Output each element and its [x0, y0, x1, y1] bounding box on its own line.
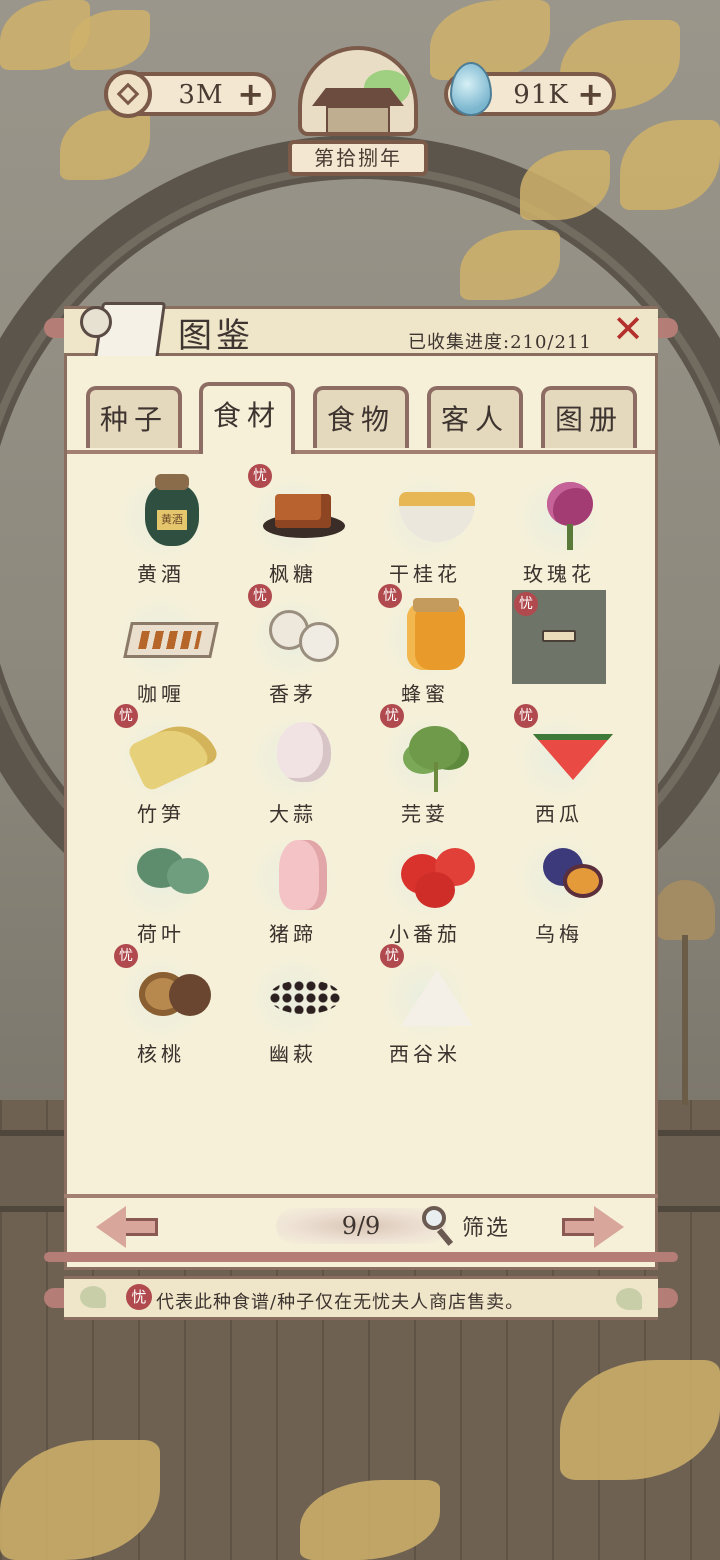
garlic-icon: [247, 712, 339, 804]
slot-icon: [542, 630, 576, 642]
item-name: 咖喱: [137, 682, 185, 706]
item-name: 黄酒: [137, 562, 185, 586]
arrow-shaft: [122, 1218, 158, 1236]
arrow-shaft: [562, 1218, 598, 1236]
item-name: 干桂花: [389, 562, 461, 586]
item-name: 核桃: [137, 1042, 185, 1066]
footer-divider: [64, 1194, 658, 1198]
shop-exclusive-badge: 忧: [378, 584, 402, 608]
roof-icon: [312, 88, 404, 106]
item-sago[interactable]: 忧 西谷米: [360, 944, 490, 1072]
filter-button[interactable]: 筛选: [418, 1206, 518, 1246]
item-name: 竹笋: [137, 802, 185, 826]
shop-exclusive-badge: 忧: [514, 592, 538, 616]
shop-exclusive-badge: 忧: [126, 1284, 152, 1310]
tab-seeds[interactable]: 种子: [86, 386, 182, 448]
item-name: 大蒜: [269, 802, 317, 826]
cherry-tomato-icon: [379, 832, 475, 924]
ginkgo-leaf-icon: [616, 1288, 642, 1310]
scroll-rod-bottom: [44, 1252, 678, 1262]
rose-icon: [513, 472, 605, 564]
item-garlic[interactable]: 大蒜: [228, 712, 358, 832]
arrow-left-icon: [96, 1206, 126, 1248]
shop-exclusive-badge: 忧: [114, 944, 138, 968]
scroll-icon: [76, 296, 167, 360]
shop-exclusive-badge: 忧: [248, 464, 272, 488]
item-name: 玫瑰花: [523, 562, 595, 586]
spirit-value: 91K: [513, 80, 569, 110]
shop-exclusive-badge: 忧: [114, 704, 138, 728]
shop-exclusive-badge: 忧: [380, 704, 404, 728]
item-cherry-tomato[interactable]: 小番茄: [360, 832, 490, 952]
coin-value: 3M: [178, 80, 224, 110]
copper-coin-icon: [104, 70, 152, 118]
lotus-lamp: [655, 880, 715, 940]
tab-album[interactable]: 图册: [541, 386, 637, 448]
item-raisins[interactable]: 幽萩: [228, 952, 358, 1072]
coin-counter: 3M +: [104, 70, 276, 118]
item-name: 猪蹄: [269, 922, 317, 946]
item-lotus-leaf[interactable]: 荷叶: [96, 832, 226, 952]
collection-progress: 已收集进度:210/211: [408, 332, 592, 353]
filter-label: 筛选: [462, 1216, 511, 1241]
spirit-counter: 91K +: [444, 62, 616, 116]
scroll-roll: [80, 306, 112, 338]
add-spirit-button[interactable]: +: [577, 78, 604, 110]
arrow-right-icon: [594, 1206, 624, 1248]
item-pig-trotter[interactable]: 猪蹄: [228, 832, 358, 952]
ginkgo-leaf-icon: [80, 1286, 106, 1308]
panel-title: 图鉴: [178, 316, 254, 356]
item-lemongrass[interactable]: 忧 香茅: [228, 584, 358, 712]
prev-page-button[interactable]: [96, 1206, 158, 1248]
item-name: 香茅: [269, 682, 317, 706]
magnifier-icon: [422, 1206, 446, 1230]
dried-osmanthus-icon: [379, 472, 475, 564]
item-name: 荷叶: [137, 922, 185, 946]
item-name: 枫糖: [269, 562, 317, 586]
dark-plum-icon: [513, 832, 605, 924]
item-rose[interactable]: 玫瑰花: [494, 472, 624, 592]
item-bamboo-shoot[interactable]: 忧 竹笋: [96, 704, 226, 832]
tab-guests[interactable]: 客人: [427, 386, 523, 448]
house-icon: [326, 106, 390, 132]
magnifier-handle: [436, 1228, 454, 1246]
item-name: 芫荽: [401, 802, 449, 826]
item-dried-osmanthus[interactable]: 干桂花: [360, 472, 490, 592]
item-name: 西谷米: [389, 1042, 461, 1066]
next-page-button[interactable]: [562, 1206, 624, 1248]
lotus-leaf-icon: [115, 832, 209, 924]
lotus-lamp-stem: [682, 935, 688, 1105]
notice-text: 代表此种食谱/种子仅在无忧夫人商店售卖。: [156, 1292, 525, 1313]
shop-exclusive-badge: 忧: [380, 944, 404, 968]
item-maple-sugar[interactable]: 忧 枫糖: [228, 464, 358, 592]
item-watermelon[interactable]: 忧 西瓜: [494, 704, 624, 832]
close-button[interactable]: ✕: [608, 310, 648, 350]
item-name: 乌梅: [535, 922, 583, 946]
item-name: 幽萩: [269, 1042, 317, 1066]
raisins-icon: [247, 952, 341, 1044]
tab-ingredients[interactable]: 食材: [199, 382, 295, 454]
pig-trotter-icon: [247, 832, 339, 924]
tab-food[interactable]: 食物: [313, 386, 409, 448]
curry-icon: [115, 592, 219, 684]
shop-exclusive-badge: 忧: [248, 584, 272, 608]
item-curry[interactable]: 咖喱: [96, 592, 226, 712]
item-name: 西瓜: [535, 802, 583, 826]
item-dark-plum[interactable]: 乌梅: [494, 832, 624, 952]
item-walnut[interactable]: 忧 核桃: [96, 944, 226, 1072]
item-honey[interactable]: 忧 蜂蜜: [360, 584, 490, 712]
item-yellow-wine[interactable]: 黄酒: [96, 472, 226, 592]
item-name: 小番茄: [389, 922, 461, 946]
year-label: 第拾捌年: [288, 140, 428, 176]
item-cilantro[interactable]: 忧 芫荽: [360, 704, 490, 832]
add-coins-button[interactable]: +: [237, 78, 264, 110]
item-name: 蜂蜜: [401, 682, 449, 706]
yellow-wine-jar-icon: [115, 472, 207, 564]
shop-exclusive-badge: 忧: [514, 704, 538, 728]
item-locked-slot[interactable]: 忧: [494, 590, 624, 712]
